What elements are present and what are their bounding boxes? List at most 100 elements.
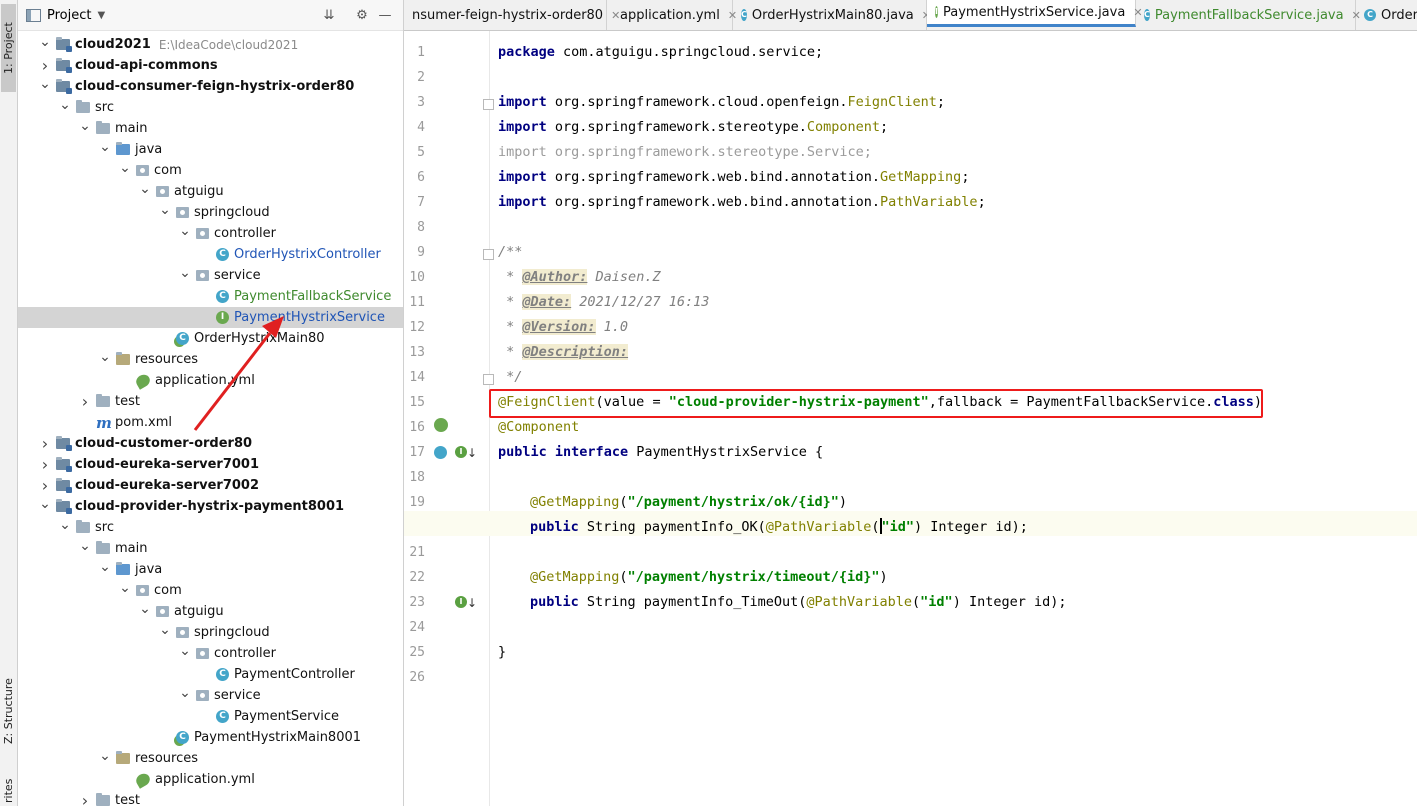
chevron-down-icon[interactable]: ⌄ [38,34,52,50]
implemented-marker-icon[interactable]: I [455,596,467,608]
code-line-22: @GetMapping("/payment/hystrix/timeout/{i… [530,569,888,585]
chevron-down-icon[interactable]: ⌄ [178,643,192,659]
tree-item[interactable]: › test [18,790,403,806]
chevron-right-icon[interactable]: › [38,455,52,474]
editor-tab[interactable]: COrderHystrixMain80.java✕ [733,0,931,30]
chevron-down-icon[interactable]: ⌄ [98,349,112,365]
chevron-down-icon[interactable]: ⌄ [178,223,192,239]
tree-item[interactable]: C OrderHystrixController [18,244,403,265]
editor-tab[interactable]: application.yml ✕ [607,0,737,30]
chevron-down-icon[interactable]: ⌄ [158,202,172,218]
tree-item[interactable]: C PaymentController [18,664,403,685]
tree-item[interactable]: application.yml [18,769,403,790]
chevron-right-icon[interactable]: › [38,434,52,453]
chevron-down-icon[interactable]: ⌄ [98,139,112,155]
tree-item[interactable]: ⌄ controller [18,223,403,244]
chevron-down-icon[interactable]: ⌄ [38,496,52,512]
collapse-all-icon[interactable]: ⇊ [320,6,338,24]
tree-item[interactable]: ⌄ com [18,580,403,601]
tree-item[interactable]: ⌄ resources [18,748,403,769]
chevron-down-icon[interactable]: ⌄ [98,559,112,575]
chevron-right-icon[interactable]: › [78,791,92,806]
spring-class-icon[interactable] [434,446,447,459]
tree-item[interactable]: application.yml [18,370,403,391]
spring-bean-icon[interactable] [434,418,448,432]
line-number: 24 [409,620,425,635]
tree-item[interactable]: ⌄ java [18,139,403,160]
tree-item[interactable]: ⌄ resources [18,349,403,370]
chevron-down-icon[interactable]: ⌄ [118,580,132,596]
tree-item-label: controller [214,226,277,241]
chevron-right-icon[interactable]: › [38,476,52,495]
implemented-marker-icon[interactable]: I [455,446,467,458]
chevron-right-icon[interactable]: › [78,392,92,411]
chevron-down-icon[interactable]: ⌄ [118,160,132,176]
chevron-down-icon[interactable]: ⌄ [58,517,72,533]
chevron-down-icon[interactable]: ⌄ [158,622,172,638]
tree-item[interactable]: ⌄ atguigu [18,181,403,202]
tree-item[interactable]: ⌄ atguigu [18,601,403,622]
tree-item-label: cloud-consumer-feign-hystrix-order80 [75,79,355,94]
tree-item-label: springcloud [194,625,270,640]
line-number: 9 [417,245,425,260]
favorites-tool-tab[interactable]: rites [1,776,16,806]
tree-item[interactable]: › cloud-eureka-server7001 [18,454,403,475]
tree-item[interactable]: ⌄ cloud2021 E:\IdeaCode\cloud2021 [18,34,403,55]
code-line-14: */ [498,369,523,385]
tree-item[interactable]: I PaymentHystrixService [18,307,403,328]
folder-icon [96,541,110,554]
chevron-down-icon[interactable]: ▼ [97,10,105,21]
editor-tab[interactable]: C OrderHys [1356,0,1417,30]
package-icon [156,606,169,617]
chevron-down-icon[interactable]: ⌄ [138,181,152,197]
tree-item[interactable]: ⌄ src [18,517,403,538]
tree-item-label: service [214,688,261,703]
tree-item-label: springcloud [194,205,270,220]
chevron-down-icon[interactable]: ⌄ [58,97,72,113]
tree-item[interactable]: › cloud-customer-order80 [18,433,403,454]
tree-item[interactable]: C OrderHystrixMain80 [18,328,403,349]
gear-icon[interactable]: ⚙ [353,6,371,24]
tree-item[interactable]: › test [18,391,403,412]
chevron-right-icon[interactable]: › [38,56,52,75]
tree-item[interactable]: ⌄ cloud-consumer-feign-hystrix-order80 [18,76,403,97]
tree-item[interactable]: ⌄ cloud-provider-hystrix-payment8001 [18,496,403,517]
class-icon: C [216,710,229,723]
code-editor[interactable]: package com.atguigu.springcloud.service;… [490,31,1417,806]
chevron-down-icon[interactable]: ⌄ [98,748,112,764]
tree-item[interactable]: ⌄ java [18,559,403,580]
editor-tab[interactable]: I PaymentHystrixService.java ✕ [927,0,1143,27]
tree-item[interactable]: ⌄ springcloud [18,622,403,643]
chevron-down-icon[interactable]: ⌄ [38,76,52,92]
chevron-down-icon[interactable]: ⌄ [78,538,92,554]
tree-item-label: src [95,100,114,115]
hide-panel-icon[interactable]: — [376,6,394,24]
class-icon: C [1364,9,1376,21]
tree-item[interactable]: ⌄ service [18,685,403,706]
chevron-down-icon[interactable]: ⌄ [78,118,92,134]
editor-tab[interactable]: nsumer-feign-hystrix-order80 ✕ [404,0,620,30]
project-tool-tab[interactable]: 1: Project [1,4,16,92]
chevron-down-icon[interactable]: ⌄ [138,601,152,617]
tree-item[interactable]: › cloud-api-commons [18,55,403,76]
tree-item[interactable]: ⌄ springcloud [18,202,403,223]
tree-item[interactable]: ⌄ service [18,265,403,286]
project-view-selector[interactable]: Project [47,8,91,23]
tree-item[interactable]: C PaymentHystrixMain8001 [18,727,403,748]
tree-item[interactable]: ⌄ main [18,538,403,559]
tree-item[interactable]: ⌄ controller [18,643,403,664]
tree-item[interactable]: C PaymentService [18,706,403,727]
chevron-down-icon[interactable]: ⌄ [178,685,192,701]
structure-tool-tab[interactable]: Z: Structure [1,676,16,746]
tree-item[interactable]: ⌄ src [18,97,403,118]
tree-item[interactable]: ⌄ com [18,160,403,181]
class-icon: C [216,290,229,303]
package-icon [196,648,209,659]
tree-item-label: PaymentService [234,709,339,724]
tree-item[interactable]: ⌄ main [18,118,403,139]
tree-item[interactable]: › cloud-eureka-server7002 [18,475,403,496]
tree-item[interactable]: C PaymentFallbackService [18,286,403,307]
tree-item[interactable]: m pom.xml [18,412,403,433]
editor-tab[interactable]: C PaymentFallbackService.java ✕ [1136,0,1361,30]
chevron-down-icon[interactable]: ⌄ [178,265,192,281]
